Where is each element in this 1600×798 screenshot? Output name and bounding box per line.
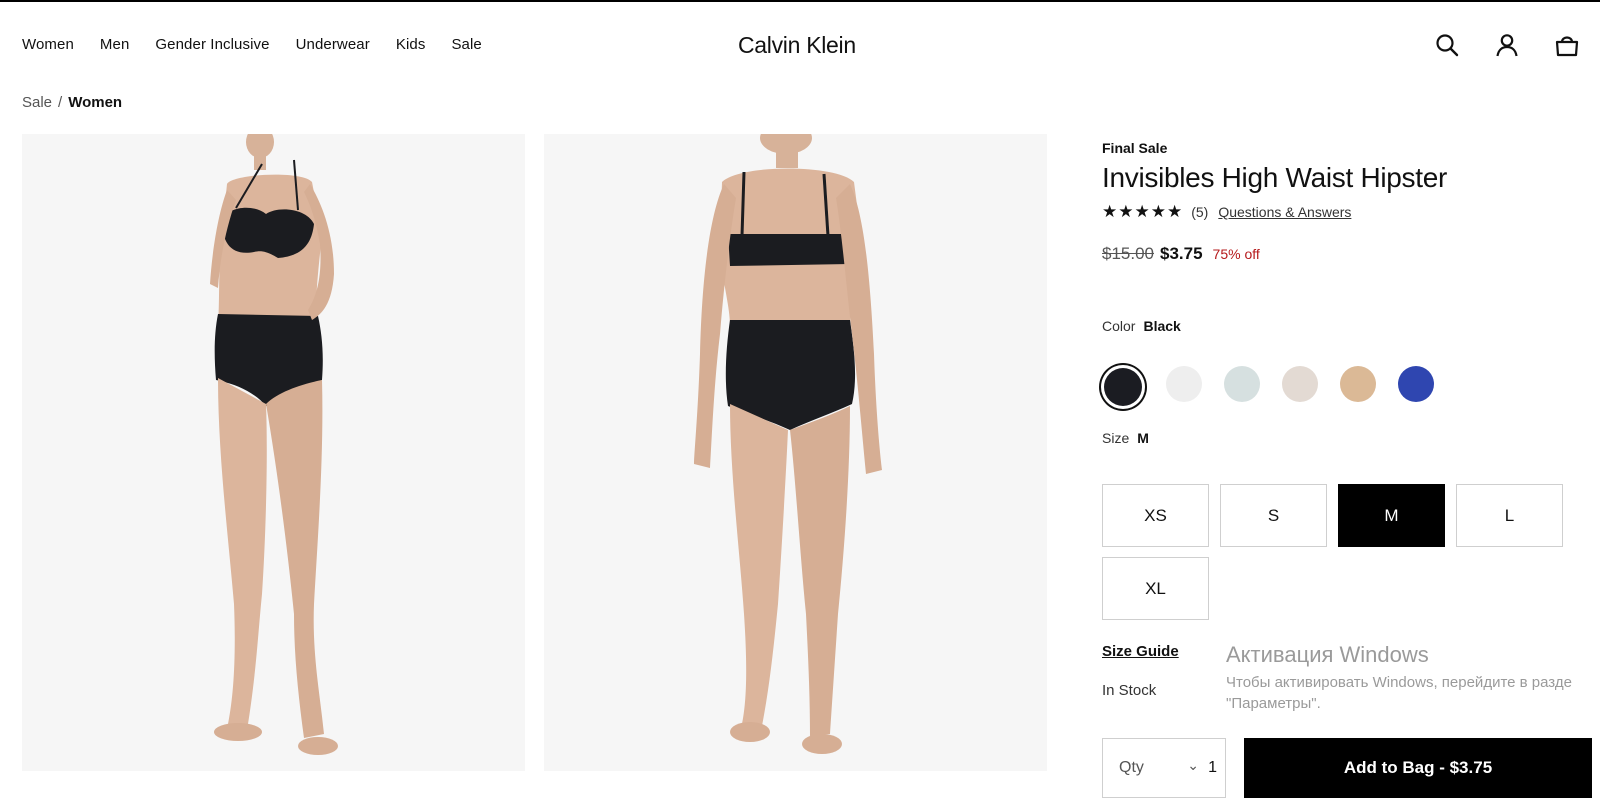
size-option[interactable]: L: [1456, 484, 1563, 547]
product-details: Final Sale Invisibles High Waist Hipster…: [1102, 140, 1592, 798]
price-row: $15.00 $3.75 75% off: [1102, 244, 1582, 264]
color-label: Color: [1102, 318, 1136, 334]
color-label-row: Color Black: [1102, 318, 1181, 334]
windows-activation-watermark: Активация Windows Чтобы активировать Win…: [1226, 642, 1572, 712]
quantity-select[interactable]: Qty ⌄ 1: [1102, 738, 1226, 798]
nav-item-underwear[interactable]: Underwear: [296, 36, 370, 53]
qty-label: Qty: [1119, 759, 1144, 776]
breadcrumb-women[interactable]: Women: [68, 94, 122, 111]
color-swatch[interactable]: [1398, 366, 1434, 402]
size-option[interactable]: XL: [1102, 557, 1209, 620]
qty-value: 1: [1208, 759, 1217, 776]
size-label-row: Size M: [1102, 430, 1149, 446]
add-to-bag-button[interactable]: Add to Bag - $3.75: [1244, 738, 1592, 798]
header-actions: [1434, 32, 1580, 58]
size-options: XS S M L XL: [1102, 484, 1582, 620]
nav-item-kids[interactable]: Kids: [396, 36, 426, 53]
nav-item-men[interactable]: Men: [100, 36, 129, 53]
original-price: $15.00: [1102, 244, 1154, 263]
main-nav: Women Men Gender Inclusive Underwear Kid…: [22, 36, 508, 53]
rating-stars[interactable]: ★★★★★: [1102, 202, 1183, 222]
rating-row: ★★★★★ (5) Questions & Answers: [1102, 202, 1582, 222]
brand-logo[interactable]: Calvin Klein: [738, 32, 856, 59]
size-label: Size: [1102, 430, 1130, 446]
questions-answers-link[interactable]: Questions & Answers: [1218, 204, 1351, 220]
breadcrumb-separator: /: [58, 94, 63, 111]
discount-badge: 75% off: [1212, 246, 1260, 262]
size-option[interactable]: S: [1220, 484, 1327, 547]
color-swatch[interactable]: [1224, 366, 1260, 402]
size-value: M: [1137, 430, 1149, 446]
breadcrumb-sale[interactable]: Sale: [22, 94, 52, 111]
color-swatch[interactable]: [1104, 368, 1142, 406]
final-sale-badge: Final Sale: [1102, 140, 1168, 156]
nav-item-women[interactable]: Women: [22, 36, 74, 53]
review-count[interactable]: (5): [1191, 204, 1208, 220]
watermark-line-2: "Параметры".: [1226, 695, 1321, 712]
color-swatches: [1102, 366, 1434, 408]
nav-item-sale[interactable]: Sale: [451, 36, 481, 53]
product-image-front[interactable]: [22, 134, 525, 771]
site-header: Women Men Gender Inclusive Underwear Kid…: [0, 2, 1600, 90]
product-image-back[interactable]: [544, 134, 1047, 771]
stock-status: In Stock: [1102, 682, 1157, 699]
color-swatch[interactable]: [1282, 366, 1318, 402]
color-value: Black: [1143, 318, 1181, 334]
account-icon[interactable]: [1494, 32, 1520, 58]
size-guide-link[interactable]: Size Guide: [1102, 643, 1179, 660]
bag-icon[interactable]: [1554, 32, 1580, 58]
search-icon[interactable]: [1434, 32, 1460, 58]
size-option[interactable]: M: [1338, 484, 1445, 547]
product-title: Invisibles High Waist Hipster: [1102, 162, 1448, 193]
color-swatch[interactable]: [1166, 366, 1202, 402]
color-swatch[interactable]: [1340, 366, 1376, 402]
watermark-title: Активация Windows: [1226, 642, 1429, 667]
sale-price: $3.75: [1160, 244, 1203, 263]
nav-item-gender-inclusive[interactable]: Gender Inclusive: [155, 36, 269, 53]
size-option[interactable]: XS: [1102, 484, 1209, 547]
breadcrumb: Sale / Women: [22, 94, 122, 111]
watermark-line-1: Чтобы активировать Windows, перейдите в …: [1226, 674, 1572, 691]
chevron-down-icon: ⌄: [1187, 757, 1199, 773]
